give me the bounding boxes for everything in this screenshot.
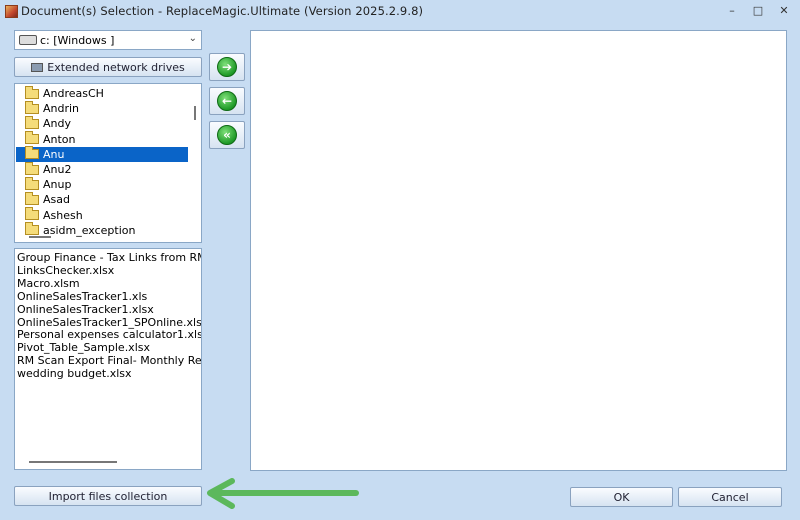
folder-item-label: Andy [43, 117, 71, 131]
folder-list[interactable]: AndreasCH Andrin Andy Anton Anu Anu2 Anup Asad A… [14, 83, 202, 243]
folder-icon [25, 161, 39, 175]
folder-item[interactable]: Andy [16, 115, 188, 131]
cancel-label: Cancel [711, 490, 749, 504]
folder-item[interactable]: Anup [16, 176, 188, 192]
folder-item-label: Anton [43, 132, 76, 146]
ok-label: OK [613, 490, 630, 504]
cancel-button[interactable]: Cancel [678, 487, 782, 507]
remove-all-button[interactable]: « [209, 121, 245, 149]
file-item[interactable]: Personal expenses calculator1.xlsx [17, 328, 201, 341]
app-icon [5, 4, 18, 18]
folder-item[interactable]: Andrin [16, 100, 188, 116]
arrow-left-icon: ← [217, 91, 237, 111]
folder-item-label: Anup [43, 178, 72, 192]
extended-network-drives-button[interactable]: Extended network drives [14, 57, 202, 77]
file-item[interactable]: wedding budget.xlsx [17, 367, 132, 380]
folder-item-label: asidm_exception [43, 223, 136, 237]
minimize-button[interactable]: – [724, 3, 740, 19]
folder-icon [25, 207, 39, 221]
folder-item[interactable]: Anu2 [16, 161, 188, 177]
remove-selected-button[interactable]: ← [209, 87, 245, 115]
import-files-collection-label: Import files collection [48, 489, 168, 503]
hard-drive-icon [19, 35, 37, 45]
close-button[interactable]: ✕ [776, 3, 792, 19]
file-item[interactable]: RM Scan Export Final- Monthly Rep [17, 354, 201, 367]
add-selected-button[interactable]: ➔ [209, 53, 245, 81]
folder-item[interactable]: AndreasCH [16, 85, 188, 101]
window-title: Document(s) Selection - ReplaceMagic.Ult… [21, 4, 424, 18]
ok-button[interactable]: OK [570, 487, 673, 507]
folder-item-label: AndreasCH [43, 87, 104, 100]
folder-item-label: Andrin [43, 102, 80, 116]
folder-item-label: Anu2 [43, 163, 72, 176]
double-arrow-left-icon: « [217, 125, 237, 145]
folder-item[interactable]: Asad [16, 191, 188, 207]
import-files-collection-button[interactable]: Import files collection [14, 486, 202, 506]
folder-icon [25, 85, 39, 99]
folder-item[interactable]: Ashesh [16, 207, 188, 223]
maximize-button[interactable]: □ [750, 3, 766, 19]
file-item[interactable]: Macro.xlsm [17, 277, 80, 290]
file-item[interactable]: OnlineSalesTracker1.xls [17, 290, 147, 303]
extended-network-drives-label: Extended network drives [47, 60, 185, 74]
folder-item[interactable]: asidm_exception [16, 222, 188, 238]
folder-item-label: Ashesh [43, 208, 83, 222]
file-list-horizontal-scrollbar[interactable] [29, 461, 117, 463]
file-item[interactable]: OnlineSalesTracker1.xlsx [17, 303, 154, 316]
folder-icon [25, 222, 39, 236]
file-item[interactable]: LinksChecker.xlsx [17, 264, 114, 277]
file-item[interactable]: Group Finance - Tax Links from RM [17, 251, 201, 264]
folder-icon [25, 191, 39, 205]
file-item[interactable]: Pivot_Table_Sample.xlsx [17, 341, 150, 354]
folder-icon [25, 100, 39, 114]
folder-icon [25, 115, 39, 129]
folder-icon [25, 131, 39, 145]
arrow-right-icon: ➔ [217, 57, 237, 77]
drive-dropdown[interactable]: c: [Windows ] ⌄ [14, 30, 202, 50]
selected-documents-panel[interactable] [250, 30, 787, 471]
folder-item[interactable]: Anu [16, 146, 188, 162]
folder-icon [25, 146, 39, 160]
folder-icon [25, 176, 39, 190]
annotation-arrow-icon [207, 478, 359, 509]
drive-selected-value: c: [Windows ] [40, 33, 115, 47]
folder-list-vertical-scrollbar[interactable] [194, 106, 196, 120]
folder-item-label: Anu [43, 147, 65, 161]
file-list[interactable]: Group Finance - Tax Links from RM LinksCh… [14, 248, 202, 470]
file-item[interactable]: OnlineSalesTracker1_SPOnline.xlsx [17, 316, 201, 329]
folder-item[interactable]: Anton [16, 131, 188, 147]
network-icon [31, 62, 44, 72]
folder-item-label: Asad [43, 193, 70, 207]
chevron-down-icon: ⌄ [188, 33, 197, 44]
title-bar: Document(s) Selection - ReplaceMagic.Ult… [0, 0, 800, 22]
